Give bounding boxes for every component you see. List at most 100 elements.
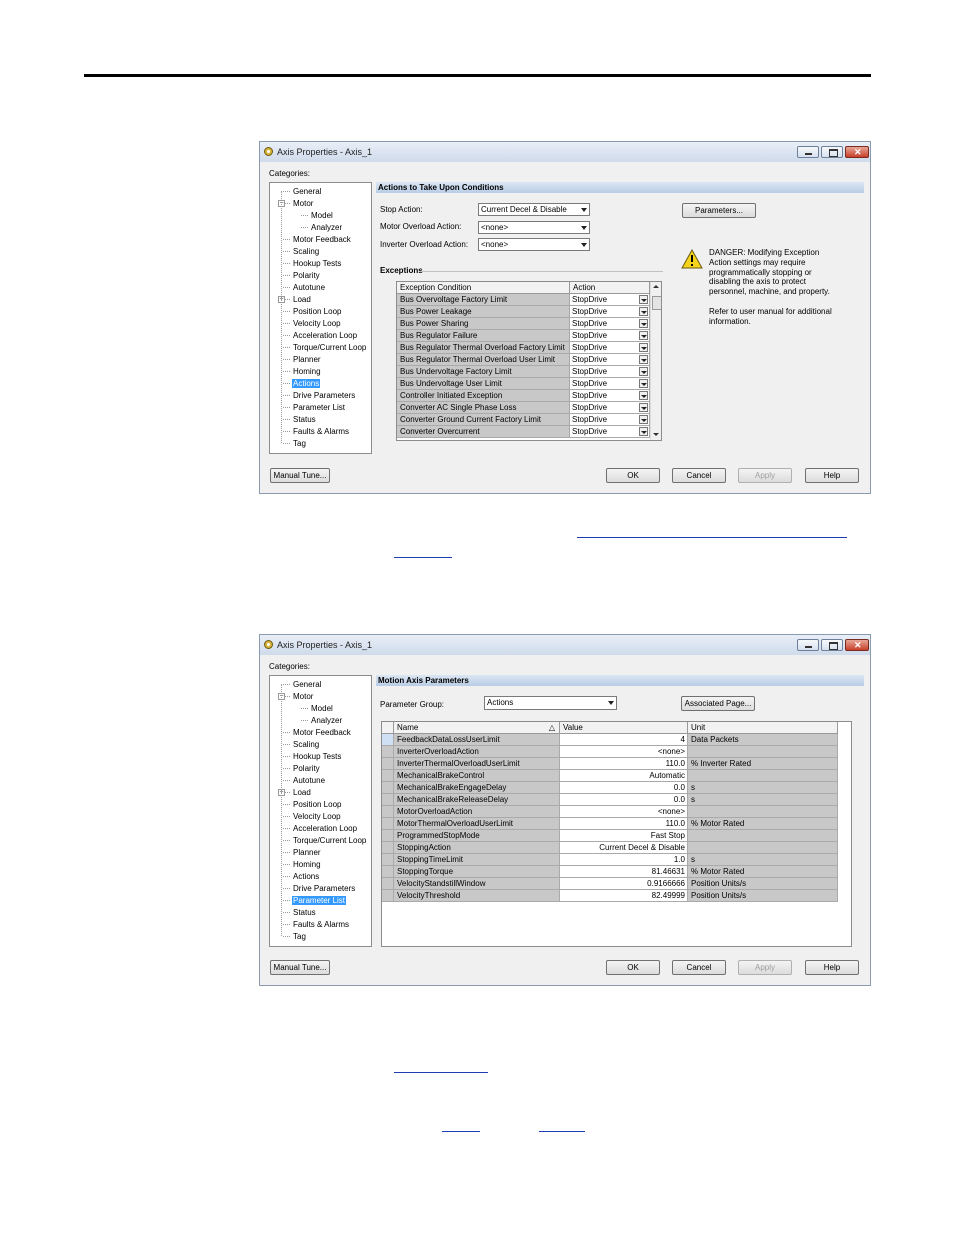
tree-item-faults-alarms[interactable]: Faults & Alarms: [283, 426, 350, 437]
hyperlink-underline-3[interactable]: [394, 1072, 488, 1073]
param-value-cell[interactable]: 110.0: [560, 818, 688, 830]
tree-item-polarity[interactable]: Polarity: [283, 270, 321, 281]
tree-item-planner[interactable]: Planner: [283, 354, 322, 365]
hyperlink-underline-4[interactable]: [442, 1131, 480, 1132]
categories-tree[interactable]: General Motor − Model Analyzer Motor Feedback…: [269, 182, 372, 454]
col-name[interactable]: Name △: [394, 722, 560, 734]
tree-item-load[interactable]: Load: [283, 294, 312, 305]
scroll-thumb[interactable]: [652, 296, 661, 310]
chevron-down-icon[interactable]: [639, 295, 648, 304]
param-value-cell[interactable]: <none>: [560, 806, 688, 818]
ok-button[interactable]: OK: [606, 960, 660, 975]
cancel-button[interactable]: Cancel: [672, 960, 726, 975]
tree-item-motor[interactable]: Motor: [283, 198, 314, 209]
col-value[interactable]: Value: [560, 722, 688, 734]
parameters-button[interactable]: Parameters...: [682, 203, 756, 218]
categories-tree[interactable]: General Motor − Model Analyzer Motor Feedback…: [269, 675, 372, 947]
param-value-cell[interactable]: Automatic: [560, 770, 688, 782]
chevron-down-icon[interactable]: [639, 367, 648, 376]
chevron-down-icon[interactable]: [639, 319, 648, 328]
exception-action-select[interactable]: StopDrive: [570, 354, 650, 366]
tree-item-load[interactable]: Load: [283, 787, 312, 798]
tree-item-tag[interactable]: Tag: [283, 438, 307, 449]
minimize-button[interactable]: [797, 639, 819, 651]
tree-item-motor-feedback[interactable]: Motor Feedback: [283, 234, 352, 245]
tree-item-acceleration-loop[interactable]: Acceleration Loop: [283, 330, 358, 341]
row-header[interactable]: [382, 746, 394, 758]
tree-item-hookup-tests[interactable]: Hookup Tests: [283, 258, 342, 269]
tree-item-autotune[interactable]: Autotune: [283, 775, 326, 786]
row-header[interactable]: [382, 818, 394, 830]
tree-item-drive-parameters[interactable]: Drive Parameters: [283, 390, 356, 401]
chevron-down-icon[interactable]: [639, 355, 648, 364]
maximize-button[interactable]: [821, 146, 843, 158]
manual-tune-button[interactable]: Manual Tune...: [270, 468, 330, 483]
param-value-cell[interactable]: 0.0: [560, 782, 688, 794]
close-button[interactable]: ✕: [845, 146, 869, 158]
col-action[interactable]: Action: [570, 282, 650, 294]
col-exception-condition[interactable]: Exception Condition: [397, 282, 570, 294]
scroll-down-icon[interactable]: [653, 433, 659, 436]
row-header[interactable]: [382, 866, 394, 878]
chevron-down-icon[interactable]: [639, 343, 648, 352]
exception-action-select[interactable]: StopDrive: [570, 366, 650, 378]
tree-item-analyzer[interactable]: Analyzer: [301, 715, 343, 726]
scroll-up-icon[interactable]: [653, 285, 659, 288]
row-header[interactable]: [382, 758, 394, 770]
tree-item-velocity-loop[interactable]: Velocity Loop: [283, 318, 342, 329]
tree-item-position-loop[interactable]: Position Loop: [283, 306, 342, 317]
tree-item-status[interactable]: Status: [283, 907, 317, 918]
exception-action-select[interactable]: StopDrive: [570, 378, 650, 390]
maximize-button[interactable]: [821, 639, 843, 651]
chevron-down-icon[interactable]: [639, 391, 648, 400]
tree-item-autotune[interactable]: Autotune: [283, 282, 326, 293]
tree-item-tag[interactable]: Tag: [283, 931, 307, 942]
tree-item-actions[interactable]: Actions: [283, 378, 321, 389]
tree-item-homing[interactable]: Homing: [283, 366, 322, 377]
param-value-cell[interactable]: 0.9166666: [560, 878, 688, 890]
col-unit[interactable]: Unit: [688, 722, 838, 734]
tree-item-torque-current-loop[interactable]: Torque/Current Loop: [283, 342, 367, 353]
exception-action-select[interactable]: StopDrive: [570, 342, 650, 354]
help-button[interactable]: Help: [805, 960, 859, 975]
tree-item-hookup-tests[interactable]: Hookup Tests: [283, 751, 342, 762]
param-value-cell[interactable]: 81.46631: [560, 866, 688, 878]
motor-overload-select[interactable]: <none>: [478, 221, 590, 234]
tree-item-scaling[interactable]: Scaling: [283, 246, 320, 257]
tree-item-homing[interactable]: Homing: [283, 859, 322, 870]
tree-item-faults-alarms[interactable]: Faults & Alarms: [283, 919, 350, 930]
tree-item-model[interactable]: Model: [301, 703, 334, 714]
ok-button[interactable]: OK: [606, 468, 660, 483]
row-header[interactable]: [382, 782, 394, 794]
hyperlink-underline-5[interactable]: [539, 1131, 585, 1132]
param-value-cell[interactable]: <none>: [560, 746, 688, 758]
tree-item-scaling[interactable]: Scaling: [283, 739, 320, 750]
param-value-cell[interactable]: 1.0: [560, 854, 688, 866]
chevron-down-icon[interactable]: [639, 331, 648, 340]
tree-item-model[interactable]: Model: [301, 210, 334, 221]
tree-item-status[interactable]: Status: [283, 414, 317, 425]
hyperlink-underline-1[interactable]: [577, 537, 847, 538]
row-header[interactable]: [382, 794, 394, 806]
chevron-down-icon[interactable]: [639, 403, 648, 412]
exception-action-select[interactable]: StopDrive: [570, 306, 650, 318]
tree-item-motor[interactable]: Motor: [283, 691, 314, 702]
param-value-cell[interactable]: 0.0: [560, 794, 688, 806]
exception-action-select[interactable]: StopDrive: [570, 390, 650, 402]
help-button[interactable]: Help: [805, 468, 859, 483]
tree-item-planner[interactable]: Planner: [283, 847, 322, 858]
exception-action-select[interactable]: StopDrive: [570, 294, 650, 306]
row-header[interactable]: [382, 806, 394, 818]
associated-page-button[interactable]: Associated Page...: [681, 696, 755, 711]
stop-action-select[interactable]: Current Decel & Disable: [478, 203, 590, 216]
tree-item-acceleration-loop[interactable]: Acceleration Loop: [283, 823, 358, 834]
manual-tune-button[interactable]: Manual Tune...: [270, 960, 330, 975]
tree-item-velocity-loop[interactable]: Velocity Loop: [283, 811, 342, 822]
tree-item-actions[interactable]: Actions: [283, 871, 320, 882]
minimize-button[interactable]: [797, 146, 819, 158]
row-header[interactable]: [382, 854, 394, 866]
apply-button[interactable]: Apply: [738, 960, 792, 975]
inverter-overload-select[interactable]: <none>: [478, 238, 590, 251]
hyperlink-underline-2[interactable]: [394, 557, 452, 558]
tree-item-torque-current-loop[interactable]: Torque/Current Loop: [283, 835, 367, 846]
